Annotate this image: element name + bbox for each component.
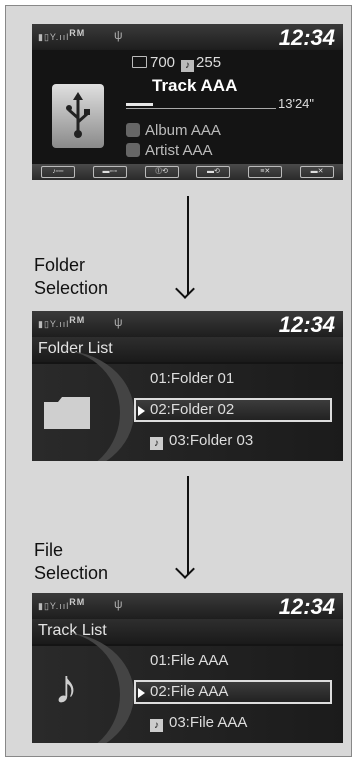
list-item[interactable]: 01:File AAA bbox=[150, 652, 228, 669]
usb-small-icon: ψ bbox=[114, 597, 123, 611]
folder-count: 700 bbox=[150, 54, 176, 71]
folder-list: 01:Folder 01 02:Folder 02 ♪ 03:Folder 03 bbox=[32, 350, 343, 461]
track-title: Track AAA bbox=[152, 76, 238, 95]
rm-indicator: RM bbox=[69, 315, 86, 325]
signal-icon: Y.ııl bbox=[49, 601, 70, 611]
status-icons: ▮▯Y.ıılRM bbox=[38, 315, 86, 329]
list-item[interactable]: ♪ 03:Folder 03 bbox=[150, 432, 253, 450]
selector-dial bbox=[32, 632, 134, 743]
music-note-icon: ♪ bbox=[181, 60, 195, 72]
album-icon bbox=[126, 123, 140, 137]
file-selection-line1: File bbox=[34, 540, 64, 560]
file-selection-line2: Selection bbox=[34, 563, 109, 583]
softkey-bar: ♪▫▫▫ ▬▫▫▫ ⓵⟲ ▬⟲ ≡✕ ▬✕ bbox=[32, 164, 343, 180]
folder-list-screen: ▮▯Y.ıılRM ψ 12:34 Folder List 01:Folder … bbox=[32, 311, 343, 461]
rm-indicator: RM bbox=[69, 28, 86, 38]
track-list-screen: ▮▯Y.ıılRM ψ 12:34 Track List ♪ 01:File A… bbox=[32, 593, 343, 743]
elapsed-time: 13'24" bbox=[278, 96, 315, 111]
usb-icon bbox=[52, 84, 104, 148]
softkey-folder-repeat[interactable]: ▬⟲ bbox=[196, 166, 231, 178]
softkey-folder-shuffle[interactable]: ▬✕ bbox=[300, 166, 335, 178]
clock: 12:34 bbox=[278, 312, 335, 337]
softkey-repeat-one[interactable]: ⓵⟲ bbox=[144, 166, 179, 178]
file-selection-label: File Selection bbox=[34, 539, 108, 585]
clock: 12:34 bbox=[278, 594, 335, 619]
track-list: ♪ 01:File AAA 02:File AAA ♪ 03:File AAA bbox=[32, 632, 343, 743]
now-playing-screen: ▮▯Y.ıılRM ψ 12:34 700 ♪ 255 Track AAA 13'2… bbox=[32, 24, 343, 180]
clock: 12:34 bbox=[278, 25, 335, 50]
music-note-icon: ♪ bbox=[150, 437, 163, 450]
progress-bar bbox=[126, 103, 276, 109]
music-note-icon: ♪ bbox=[150, 719, 163, 732]
folder-selection-line1: Folder bbox=[34, 255, 86, 275]
track-count: 255 bbox=[196, 54, 222, 71]
manual-frame: ▮▯Y.ıılRM ψ 12:34 700 ♪ 255 Track AAA 13'2… bbox=[5, 5, 352, 757]
status-icons: ▮▯Y.ıılRM bbox=[38, 28, 86, 42]
signal-icon: Y.ııl bbox=[49, 319, 70, 329]
list-item[interactable]: 01:Folder 01 bbox=[150, 370, 234, 387]
artist-icon bbox=[126, 143, 140, 157]
album-name: Album AAA bbox=[145, 122, 221, 139]
folder-icon bbox=[44, 397, 90, 429]
status-bar: ▮▯Y.ıılRM ψ 12:34 bbox=[32, 24, 343, 50]
usb-small-icon: ψ bbox=[114, 28, 123, 42]
list-item-selected[interactable]: 02:File AAA bbox=[134, 680, 332, 704]
list-item-label: 03:Folder 03 bbox=[169, 432, 254, 449]
artist-row: Artist AAA bbox=[126, 142, 213, 159]
list-item[interactable]: ♪ 03:File AAA bbox=[150, 714, 247, 732]
list-item-label: 03:File AAA bbox=[169, 714, 248, 731]
status-bar: ▮▯Y.ıılRM ψ 12:34 bbox=[32, 311, 343, 337]
music-note-icon: ♪ bbox=[54, 661, 78, 714]
artist-name: Artist AAA bbox=[145, 142, 213, 159]
softkey-folder-list[interactable]: ▬▫▫▫ bbox=[92, 166, 127, 178]
folder-selection-line2: Selection bbox=[34, 278, 109, 298]
softkey-shuffle[interactable]: ≡✕ bbox=[248, 166, 283, 178]
folder-icon bbox=[132, 56, 147, 68]
status-icons: ▮▯Y.ıılRM bbox=[38, 597, 86, 611]
signal-icon: Y.ııl bbox=[49, 32, 70, 42]
status-bar: ▮▯Y.ıılRM ψ 12:34 bbox=[32, 593, 343, 619]
folder-selection-label: Folder Selection bbox=[34, 254, 108, 300]
album-row: Album AAA bbox=[126, 122, 221, 139]
usb-small-icon: ψ bbox=[114, 315, 123, 329]
list-item-selected[interactable]: 02:Folder 02 bbox=[134, 398, 332, 422]
softkey-track-list[interactable]: ♪▫▫▫ bbox=[40, 166, 75, 178]
rm-indicator: RM bbox=[69, 597, 86, 607]
progress-fill bbox=[126, 103, 153, 106]
media-counts: 700 ♪ 255 bbox=[132, 54, 221, 72]
